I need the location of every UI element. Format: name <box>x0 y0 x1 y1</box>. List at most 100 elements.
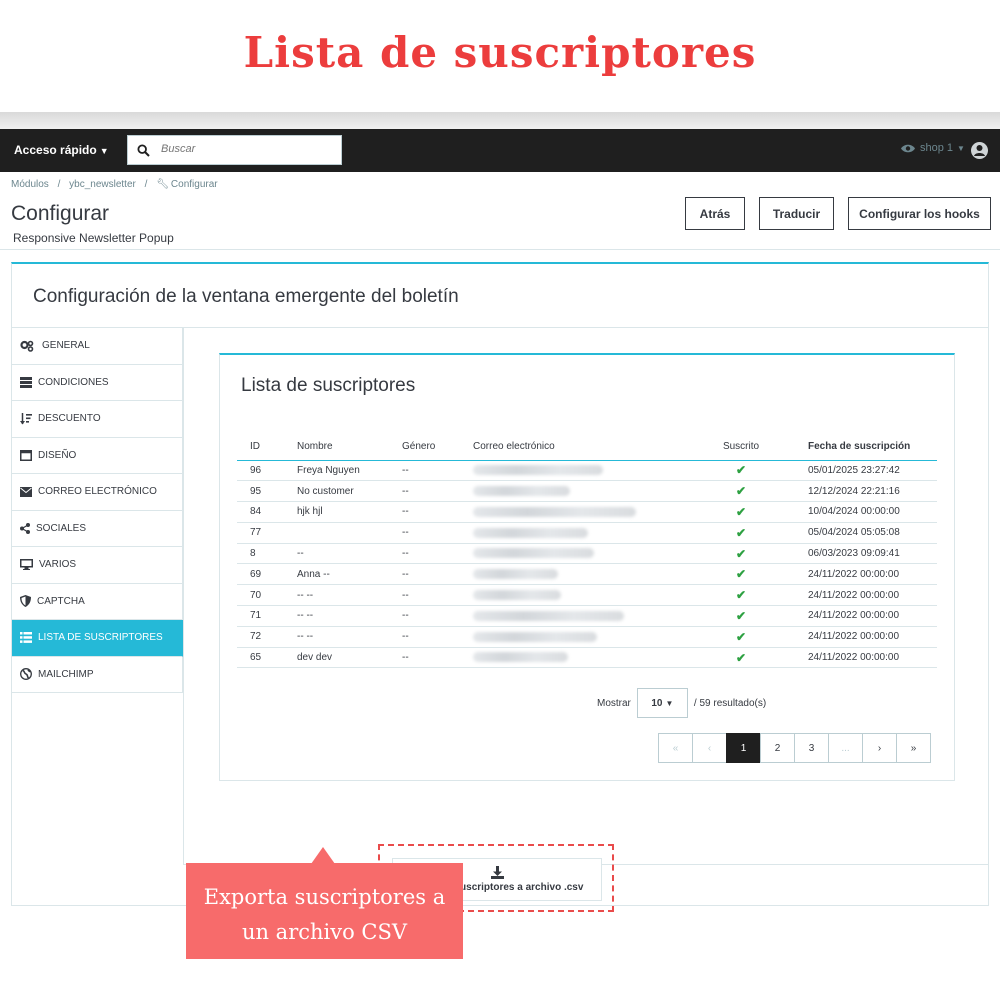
back-button[interactable]: Atrás <box>685 197 745 230</box>
banner-title: Lista de suscriptores <box>243 28 757 77</box>
shop-selector[interactable]: shop 1 ▼ <box>900 142 965 154</box>
gears-icon <box>20 340 34 352</box>
config-card: Configuración de la ventana emergente de… <box>11 262 989 912</box>
sidebar-item-conditions[interactable]: CONDICIONES <box>12 364 183 401</box>
cell-gender: -- <box>389 584 460 607</box>
check-icon: ✔ <box>735 504 747 519</box>
breadcrumb-module[interactable]: ybc_newsletter <box>69 179 136 190</box>
sidebar-item-captcha[interactable]: CAPTCHA <box>12 583 183 620</box>
sidebar-item-label: DESCUENTO <box>38 413 101 425</box>
table-row: 96 Freya Nguyen -- ✔ 05/01/2025 23:27:42 <box>237 460 937 482</box>
desktop-icon <box>20 559 33 571</box>
page-1-button[interactable]: 1 <box>726 733 761 763</box>
cell-date: 24/11/2022 00:00:00 <box>774 626 937 648</box>
subscribers-panel: Lista de suscriptores ID Nombre Género C… <box>219 353 955 781</box>
table-row: 72 -- -- -- ✔ 24/11/2022 00:00:00 <box>237 626 937 648</box>
cell-date: 24/11/2022 00:00:00 <box>774 647 937 669</box>
table-row: 84 hjk hjl -- ✔ 10/04/2024 00:00:00 <box>237 501 937 523</box>
breadcrumb: Módulos / ybc_newsletter / 🔧︎ Configurar <box>11 179 224 190</box>
breadcrumb-configure[interactable]: Configurar <box>171 179 218 190</box>
cell-email-redacted <box>460 584 708 607</box>
check-icon: ✔ <box>735 629 747 644</box>
cell-id: 65 <box>237 647 284 669</box>
caret-down-icon: ▼ <box>665 698 674 708</box>
check-icon: ✔ <box>735 588 747 603</box>
search-input[interactable] <box>161 143 331 155</box>
last-page-button[interactable]: » <box>896 733 931 763</box>
search-icon <box>137 144 150 157</box>
sidebar-item-general[interactable]: GENERAL <box>12 328 183 365</box>
search-box[interactable] <box>127 135 342 165</box>
check-icon: ✔ <box>735 463 747 478</box>
per-page-select[interactable]: 10 ▼ <box>636 688 688 718</box>
cell-subscribed: ✔ <box>708 460 774 482</box>
sidebar-item-subscribers[interactable]: LISTA DE SUSCRIPTORES <box>12 620 183 657</box>
cell-email-redacted <box>460 543 708 565</box>
cell-date: 24/11/2022 00:00:00 <box>774 605 937 627</box>
cell-gender: -- <box>389 647 460 669</box>
quick-access-menu[interactable]: Acceso rápido ▼ <box>14 143 109 157</box>
sidebar-item-design[interactable]: DISEÑO <box>12 437 183 474</box>
sidebar-item-social[interactable]: SOCIALES <box>12 510 183 547</box>
cell-date: 24/11/2022 00:00:00 <box>774 563 937 586</box>
cell-id: 69 <box>237 563 284 586</box>
sidebar-item-mailchimp[interactable]: MAILCHIMP <box>12 656 183 693</box>
translate-button[interactable]: Traducir <box>759 197 834 230</box>
cell-name: Freya Nguyen <box>284 460 389 482</box>
quick-access-label: Acceso rápido <box>14 143 97 157</box>
next-page-button[interactable]: › <box>862 733 897 763</box>
table-row: 71 -- -- -- ✔ 24/11/2022 00:00:00 <box>237 605 937 627</box>
breadcrumb-modules[interactable]: Módulos <box>11 179 49 190</box>
per-page-value: 10 <box>651 697 663 709</box>
sort-amount-icon <box>20 412 32 425</box>
table-row: 77 -- ✔ 05/04/2024 05:05:08 <box>237 522 937 544</box>
cell-email-redacted <box>460 460 708 482</box>
sidebar-item-discount[interactable]: DESCUENTO <box>12 401 183 438</box>
download-icon <box>490 866 504 879</box>
sidebar-item-label: GENERAL <box>42 340 90 352</box>
configure-hooks-button[interactable]: Configurar los hooks <box>848 197 991 230</box>
page-title: Configurar <box>11 202 110 225</box>
cell-gender: -- <box>389 460 460 482</box>
first-page-button[interactable]: « <box>658 733 693 763</box>
column-header-subscribed[interactable]: Suscrito <box>708 434 774 461</box>
cell-gender: -- <box>389 605 460 627</box>
check-icon: ✔ <box>735 525 747 540</box>
callout-line-2: un archivo CSV <box>241 920 408 944</box>
cell-name <box>284 522 389 544</box>
sidebar-item-misc[interactable]: VARIOS <box>12 547 183 584</box>
column-header-name[interactable]: Nombre <box>284 434 389 461</box>
check-icon: ✔ <box>735 650 747 665</box>
column-header-gender[interactable]: Género <box>389 434 460 461</box>
cell-email-redacted <box>460 480 708 503</box>
cell-id: 70 <box>237 584 284 607</box>
cell-date: 06/03/2023 09:09:41 <box>774 543 937 565</box>
cell-id: 77 <box>237 522 284 544</box>
cell-subscribed: ✔ <box>708 522 774 544</box>
column-header-email[interactable]: Correo electrónico <box>460 434 708 461</box>
cell-gender: -- <box>389 626 460 648</box>
envelope-icon <box>20 486 32 497</box>
cell-subscribed: ✔ <box>708 605 774 627</box>
sidebar-item-label: LISTA DE SUSCRIPTORES <box>38 632 163 644</box>
breadcrumb-separator: / <box>144 179 148 190</box>
cell-email-redacted <box>460 522 708 544</box>
caret-down-icon: ▼ <box>957 143 965 153</box>
column-header-date[interactable]: Fecha de suscripción <box>774 434 937 461</box>
cell-date: 05/04/2024 05:05:08 <box>774 522 937 544</box>
banner-shadow <box>0 112 1000 130</box>
header-divider <box>0 249 1000 250</box>
cell-gender: -- <box>389 522 460 544</box>
cell-gender: -- <box>389 480 460 503</box>
pagination: « ‹ 1 2 3 ... › » <box>658 733 931 763</box>
cell-date: 05/01/2025 23:27:42 <box>774 460 937 482</box>
top-bar: Acceso rápido▼ shop 1 ▼ <box>0 129 1000 172</box>
page-3-button[interactable]: 3 <box>794 733 829 763</box>
sidebar-item-email[interactable]: CORREO ELECTRÓNICO <box>12 474 183 511</box>
page-2-button[interactable]: 2 <box>760 733 795 763</box>
cell-id: 84 <box>237 501 284 523</box>
user-avatar-icon[interactable] <box>970 141 989 160</box>
previous-page-button[interactable]: ‹ <box>692 733 727 763</box>
column-header-id[interactable]: ID <box>237 434 284 461</box>
card-title: Configuración de la ventana emergente de… <box>33 286 459 307</box>
